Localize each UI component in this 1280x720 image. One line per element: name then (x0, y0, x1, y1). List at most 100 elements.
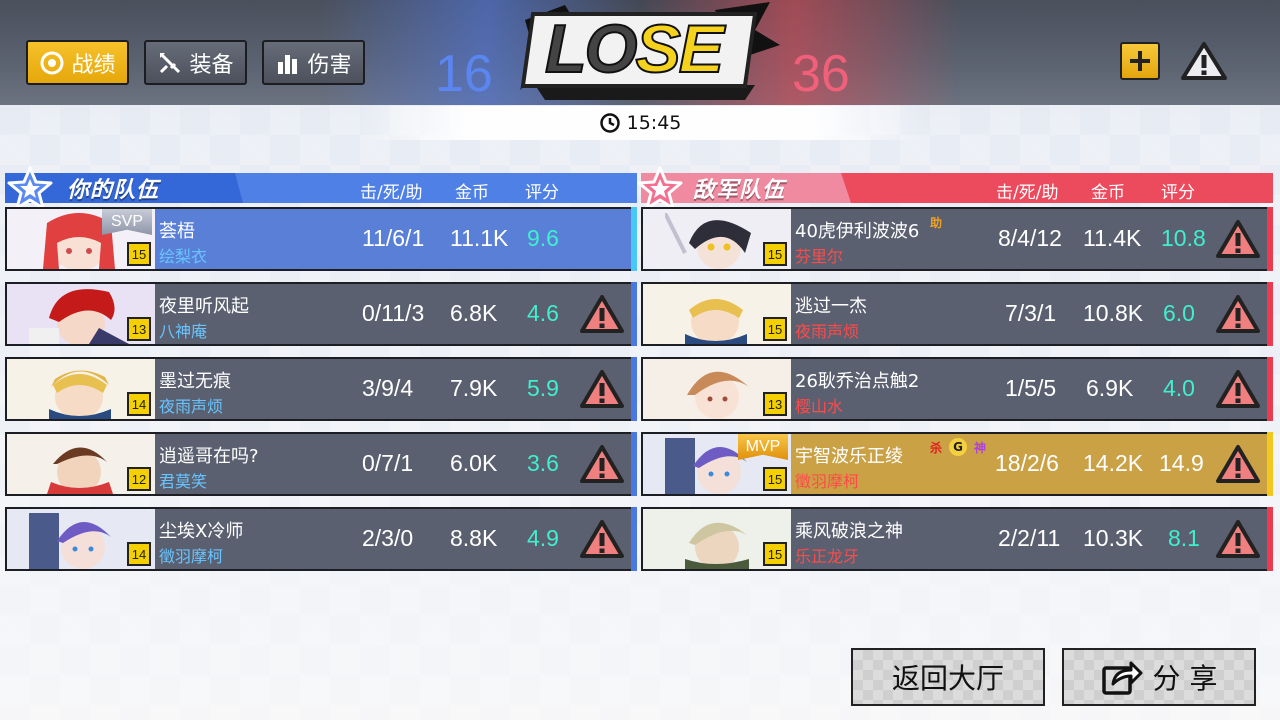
share-label: 分 享 (1152, 662, 1218, 695)
gold: 10.3K (1083, 525, 1144, 551)
report-warning-icon[interactable] (1215, 293, 1261, 335)
kda: 7/3/1 (1005, 300, 1057, 326)
report-warning-icon[interactable] (1215, 368, 1261, 410)
gold-tag: G (949, 438, 967, 456)
rating: 8.1 (1168, 525, 1200, 551)
tab-damage-label: 伤害 (307, 52, 352, 78)
player-row[interactable]: MVP 15 宇智波乐正绫 杀 G 神 徵羽摩柯 18/2/6 14.2K 14… (641, 432, 1273, 496)
level-badge: 15 (127, 242, 151, 266)
back-to-lobby-label: 返回大厅 (891, 662, 1004, 695)
star-icon (7, 166, 53, 210)
bar-chart-icon (275, 50, 301, 76)
rating: 14.9 (1159, 450, 1204, 476)
tab-record[interactable]: 战绩 (26, 40, 129, 85)
player-row[interactable]: 13 夜里听风起 八神庵 0/11/3 6.8K 4.6 (5, 282, 637, 346)
honor-tags: 助 (927, 213, 945, 231)
rating: 5.9 (527, 375, 559, 401)
player-name: 夜里听风起 (159, 296, 249, 317)
kda: 2/3/0 (362, 525, 414, 551)
player-row[interactable]: 12 逍遥哥在吗? 君莫笑 0/7/1 6.0K 3.6 (5, 432, 637, 496)
kda: 2/2/11 (998, 525, 1061, 551)
team-score-right: 36 (792, 45, 850, 103)
tab-equipment[interactable]: 装备 (144, 40, 247, 85)
player-name: 26耿乔治点触2 (795, 371, 920, 392)
row-accent (631, 507, 637, 571)
player-name: 40虎伊利波波6 (795, 221, 920, 242)
report-button[interactable] (1180, 40, 1228, 82)
player-name: 逃过一杰 (795, 296, 867, 317)
level-badge: 12 (127, 467, 151, 491)
hero-name: 君莫笑 (159, 472, 208, 491)
row-accent (1267, 357, 1273, 421)
report-warning-icon[interactable] (579, 368, 625, 410)
kda: 1/5/5 (1005, 375, 1057, 401)
my-team-title: 你的队伍 (67, 178, 160, 203)
team-score-left: 16 (435, 45, 493, 103)
level-badge: 15 (763, 542, 787, 566)
my-team-panel: 你的队伍 击/死/助 金币 评分 SVP 15 荟梧 绘梨衣 11/6/1 11… (5, 165, 637, 582)
gold: 8.8K (450, 525, 498, 551)
level-badge: 13 (763, 392, 787, 416)
gold: 14.2K (1083, 450, 1144, 476)
sword-icon (157, 50, 183, 76)
player-row[interactable]: 14 墨过无痕 夜雨声烦 3/9/4 7.9K 5.9 (5, 357, 637, 421)
lose-logo: LOSE (505, 0, 790, 105)
report-warning-icon[interactable] (579, 518, 625, 560)
hero-name: 夜雨声烦 (159, 397, 224, 416)
enemy-team-header: 敌军队伍 击/死/助 金币 评分 (637, 165, 1273, 210)
report-warning-icon[interactable] (1215, 218, 1261, 260)
player-name: 墨过无痕 (159, 371, 231, 392)
hero-name: 徵羽摩柯 (795, 472, 860, 491)
kill-tag: 杀 (929, 440, 942, 455)
player-name: 逍遥哥在吗? (159, 446, 259, 467)
star-icon (637, 166, 683, 210)
player-name: 宇智波乐正绫 (795, 446, 903, 467)
level-badge: 13 (127, 317, 151, 341)
enemy-team-title: 敌军队伍 (693, 178, 786, 203)
kda: 18/2/6 (995, 450, 1059, 476)
honor-tags: 杀 G 神 (927, 438, 989, 456)
kda: 0/11/3 (362, 300, 425, 326)
hero-name: 乐正龙牙 (795, 547, 860, 566)
player-row[interactable]: 14 尘埃X冷师 徵羽摩柯 2/3/0 8.8K 4.9 (5, 507, 637, 571)
player-row[interactable]: 15 逃过一杰 夜雨声烦 7/3/1 10.8K 6.0 (641, 282, 1273, 346)
level-badge: 14 (127, 392, 151, 416)
clock-icon (599, 113, 620, 133)
report-warning-icon[interactable] (1215, 443, 1261, 485)
rating: 10.8 (1161, 225, 1206, 251)
report-warning-icon[interactable] (579, 293, 625, 335)
report-warning-icon[interactable] (1215, 518, 1261, 560)
player-row[interactable]: SVP 15 荟梧 绘梨衣 11/6/1 11.1K 9.6 (5, 207, 637, 271)
my-team-header: 你的队伍 击/死/助 金币 评分 (5, 165, 637, 210)
back-to-lobby-button[interactable]: 返回大厅 (851, 648, 1045, 706)
add-button[interactable] (1120, 42, 1160, 80)
gold: 11.1K (450, 225, 509, 251)
kda: 3/9/4 (362, 375, 414, 401)
report-warning-icon[interactable] (579, 443, 625, 485)
rating: 6.0 (1163, 300, 1195, 326)
plus-icon (1130, 51, 1150, 71)
tab-damage[interactable]: 伤害 (262, 40, 365, 85)
row-accent (1267, 282, 1273, 346)
result-text: LOSE (544, 10, 725, 88)
warning-icon (1181, 42, 1227, 80)
level-badge: 14 (127, 542, 151, 566)
col-gold: 金币 (1091, 183, 1125, 203)
player-row[interactable]: 13 26耿乔治点触2 樱山水 1/5/5 6.9K 4.0 (641, 357, 1273, 421)
rating: 9.6 (527, 225, 559, 251)
col-kda: 击/死/助 (360, 183, 423, 203)
col-gold: 金币 (455, 183, 489, 203)
col-rating: 评分 (525, 183, 559, 203)
row-accent (631, 207, 637, 271)
target-icon (39, 50, 65, 76)
hero-name: 夜雨声烦 (795, 322, 860, 341)
share-button[interactable]: 分 享 (1062, 648, 1256, 706)
match-time-bar: 15:45 (355, 106, 925, 140)
player-row[interactable]: 15 40虎伊利波波6 助 芬里尔 8/4/12 11.4K 10.8 (641, 207, 1273, 271)
player-row[interactable]: 15 乘风破浪之神 乐正龙牙 2/2/11 10.3K 8.1 (641, 507, 1273, 571)
player-name: 尘埃X冷师 (159, 521, 244, 542)
gold: 7.9K (450, 375, 498, 401)
level-badge: 15 (763, 467, 787, 491)
row-accent (631, 432, 637, 496)
row-accent (631, 282, 637, 346)
